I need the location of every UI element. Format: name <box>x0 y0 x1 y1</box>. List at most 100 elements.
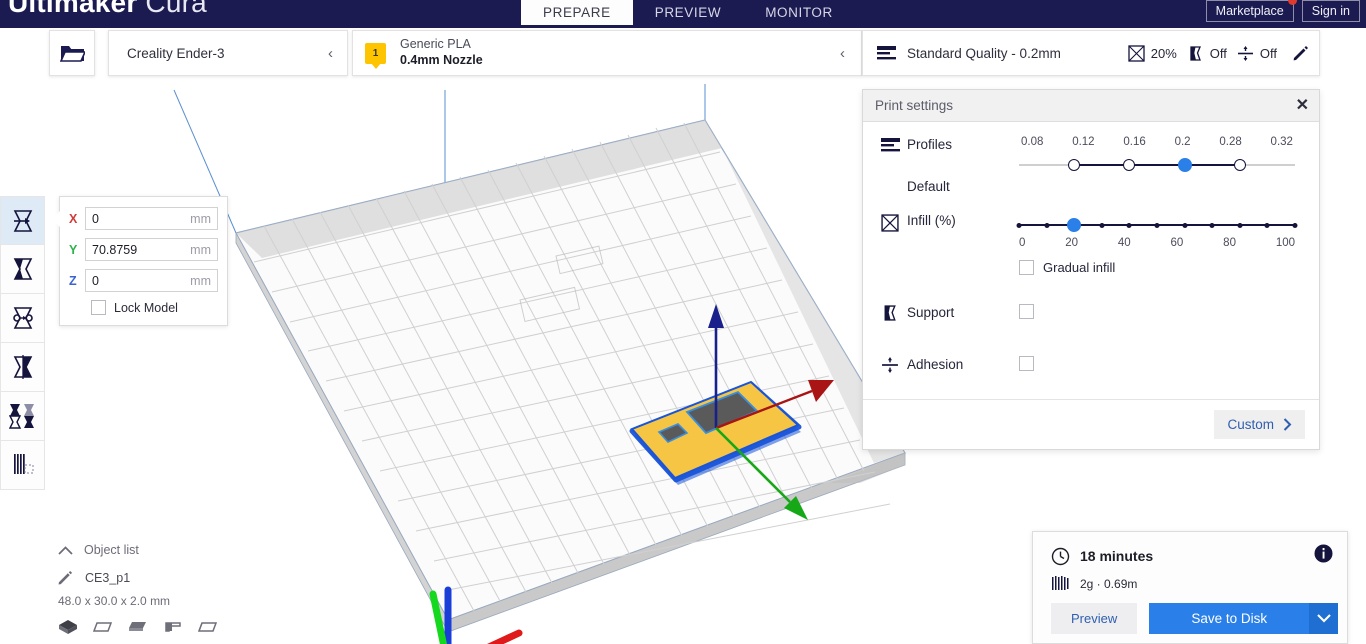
view-left-icon[interactable] <box>163 619 183 640</box>
view-right-icon[interactable] <box>197 619 218 640</box>
adhesion-control <box>1019 355 1295 373</box>
infill-tick-30 <box>1099 222 1105 228</box>
model-tools-toolbar <box>0 196 45 490</box>
axis-label-z: Z <box>69 273 77 288</box>
per-model-settings-tool[interactable] <box>0 392 45 441</box>
adhesion-icon <box>881 354 907 374</box>
rotate-tool[interactable] <box>0 294 45 343</box>
tab-preview[interactable]: PREVIEW <box>633 0 743 25</box>
infill-tick-80 <box>1237 222 1243 228</box>
infill-tick-40 <box>1126 222 1132 228</box>
unit-z: mm <box>190 273 211 288</box>
adhesion-label: Adhesion <box>907 357 964 372</box>
infill-control: 0 20 40 60 80 100 Gradual infill <box>1016 212 1298 275</box>
profiles-row: Profiles 0.08 0.12 0.16 0.2 0.28 0.32 <box>863 136 1319 176</box>
adhesion-checkbox[interactable] <box>1019 356 1034 372</box>
profiles-handle-selected[interactable] <box>1177 158 1192 172</box>
open-file-button[interactable] <box>49 30 95 76</box>
layers-icon <box>877 45 896 59</box>
save-to-disk-button[interactable]: Save to Disk <box>1149 603 1310 634</box>
material-usage-value: 2g · 0.69m <box>1080 576 1138 591</box>
infill-label-40: 40 <box>1117 237 1131 249</box>
top-bar-actions: Marketplace Sign in <box>1205 0 1360 22</box>
view-3d-icon[interactable] <box>58 619 78 640</box>
material-selector[interactable]: 1 Generic PLA 0.4mm Nozzle ‹ <box>352 30 862 76</box>
print-setup-selector[interactable]: Standard Quality - 0.2mm 20% Off Off <box>862 30 1320 76</box>
profiles-track-active <box>1074 164 1240 166</box>
lock-model-label: Lock Model <box>114 300 178 315</box>
pencil-icon <box>58 570 73 585</box>
print-settings-panel: Print settings ✕ Profiles 0.08 0.12 0.16… <box>862 89 1320 450</box>
chevron-up-icon <box>58 545 73 555</box>
material-info: Generic PLA 0.4mm Nozzle <box>400 37 836 68</box>
move-tool[interactable] <box>0 196 45 245</box>
folder-open-icon <box>59 45 85 62</box>
support-icon <box>1190 45 1201 61</box>
material-usage-row: 2g · 0.69m <box>1051 576 1333 591</box>
object-list-toggle[interactable]: Object list <box>58 543 218 557</box>
infill-slider[interactable] <box>1016 214 1298 236</box>
app-logo: Ultimaker Cura <box>8 0 207 19</box>
rotate-icon <box>12 307 33 329</box>
custom-settings-button[interactable]: Custom <box>1214 410 1305 439</box>
support-blocker-tool[interactable] <box>0 441 45 490</box>
tab-prepare[interactable]: PREPARE <box>521 0 633 25</box>
print-time-value: 18 minutes <box>1080 548 1154 564</box>
scale-icon <box>13 258 32 280</box>
marketplace-button[interactable]: Marketplace <box>1205 0 1297 22</box>
scale-tool[interactable] <box>0 245 45 294</box>
position-y-row: Y 70.8759 mm <box>69 238 218 261</box>
profiles-handle-3[interactable] <box>1233 159 1246 171</box>
infill-tick-100 <box>1292 222 1298 228</box>
profiles-tick-labels: 0.08 0.12 0.16 0.2 0.28 0.32 <box>1019 136 1295 148</box>
chevron-left-icon[interactable]: ‹ <box>324 45 337 62</box>
edit-settings-button[interactable] <box>1293 45 1309 61</box>
support-state: Off <box>1209 45 1227 61</box>
position-z-input[interactable]: 0 mm <box>85 269 218 292</box>
info-icon[interactable] <box>1314 544 1333 568</box>
infill-handle[interactable] <box>1067 218 1082 232</box>
sign-in-button[interactable]: Sign in <box>1301 0 1360 22</box>
profiles-handle-1[interactable] <box>1123 159 1136 171</box>
chevron-left-icon[interactable]: ‹ <box>836 45 849 62</box>
pencil-icon <box>1293 46 1308 61</box>
lock-model-row: Lock Model <box>91 300 218 315</box>
view-top-icon[interactable] <box>128 619 148 640</box>
position-y-input[interactable]: 70.8759 mm <box>85 238 218 261</box>
print-settings-body: Profiles 0.08 0.12 0.16 0.2 0.28 0.32 De… <box>863 122 1319 399</box>
object-list-item[interactable]: CE3_p1 <box>58 570 218 585</box>
machine-name: Creality Ender-3 <box>127 45 225 61</box>
infill-tick-10 <box>1044 222 1050 228</box>
clock-icon <box>1051 547 1070 565</box>
print-settings-footer: Custom <box>863 399 1319 449</box>
sign-in-label: Sign in <box>1311 4 1350 18</box>
view-front-icon[interactable] <box>92 619 113 640</box>
chevron-right-icon <box>1283 418 1292 431</box>
gradual-infill-checkbox[interactable] <box>1019 260 1034 275</box>
machine-selector[interactable]: Creality Ender-3 ‹ <box>108 30 348 76</box>
tab-monitor[interactable]: MONITOR <box>743 0 855 25</box>
stage-tabs: PREPARE PREVIEW MONITOR <box>521 0 855 25</box>
object-list-panel: Object list CE3_p1 48.0 x 30.0 x 2.0 mm <box>58 543 218 640</box>
gradual-infill-row: Gradual infill <box>1019 260 1295 275</box>
infill-icon <box>1128 44 1145 62</box>
support-summary: Off <box>1187 45 1227 62</box>
lock-model-checkbox[interactable] <box>91 300 106 315</box>
mirror-tool[interactable] <box>0 343 45 392</box>
adhesion-icon <box>1237 45 1253 61</box>
unit-x: mm <box>190 211 211 226</box>
preview-button[interactable]: Preview <box>1051 603 1138 634</box>
save-options-dropdown[interactable] <box>1309 603 1339 634</box>
camera-view-buttons <box>58 619 218 640</box>
infill-label-100: 100 <box>1275 237 1295 249</box>
unit-y: mm <box>190 242 211 257</box>
profiles-handle-0[interactable] <box>1068 159 1081 171</box>
position-z-value: 0 <box>92 273 99 288</box>
position-x-value: 0 <box>92 211 99 226</box>
adhesion-row: Adhesion <box>863 347 1319 381</box>
position-x-input[interactable]: 0 mm <box>85 207 218 230</box>
support-checkbox[interactable] <box>1019 304 1034 320</box>
profile-tick-5: 0.32 <box>1270 136 1293 148</box>
profiles-slider[interactable] <box>1019 154 1295 176</box>
close-icon[interactable]: ✕ <box>1296 97 1309 114</box>
